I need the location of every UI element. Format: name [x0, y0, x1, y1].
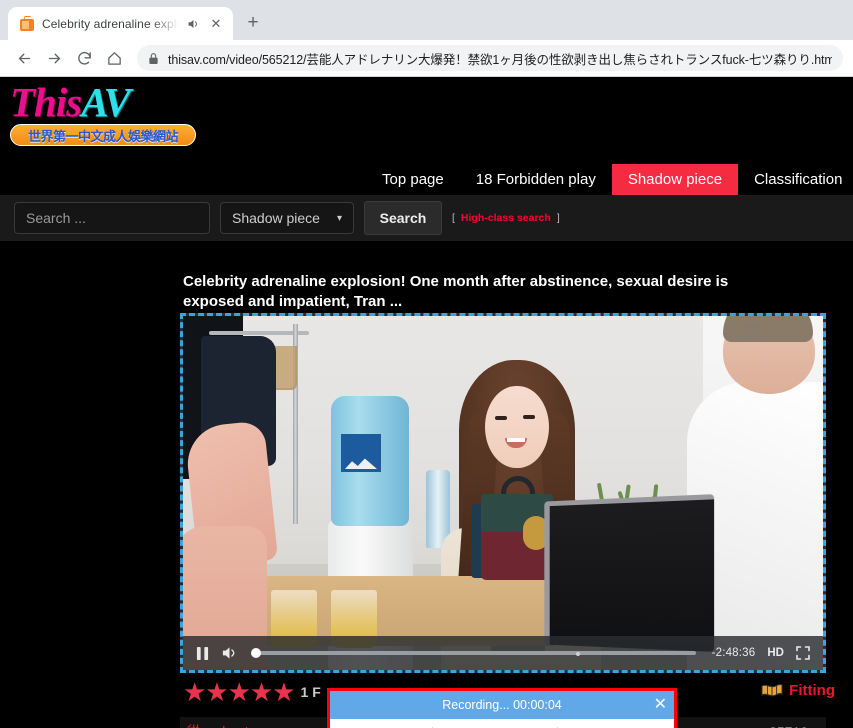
stop-recording-button[interactable] — [379, 720, 424, 728]
annotation-marker-button[interactable] — [498, 720, 550, 728]
advanced-search-wrap: [ High-class search ] — [452, 212, 560, 224]
speaker-icon[interactable] — [186, 17, 200, 31]
info-value-source[interactable]: sehuatang — [208, 724, 271, 728]
back-arrow-icon[interactable] — [10, 44, 38, 72]
star-rating[interactable]: ★★★★★ — [183, 679, 296, 705]
watermark-subtext: 01005 — [737, 332, 761, 342]
video-controls-bar: -2:48:36 HD — [183, 636, 823, 670]
bracket-close: ] — [556, 212, 560, 224]
tab-strip: Celebrity adrenaline explosio ✕ + — [0, 0, 853, 40]
search-bar: Search ... Shadow piece ▾ Search [ High-… — [0, 195, 853, 241]
view-count: 25710 — [769, 722, 808, 728]
home-icon[interactable] — [100, 44, 128, 72]
bracket-open: [ — [452, 212, 455, 224]
fullscreen-icon[interactable] — [796, 646, 810, 660]
search-category-value: Shadow piece — [232, 210, 320, 226]
fitting-label: Fitting — [789, 682, 835, 699]
video-quality-button[interactable]: HD — [767, 647, 784, 659]
volume-icon[interactable] — [221, 645, 238, 661]
lock-icon — [148, 52, 159, 65]
pause-recording-button[interactable] — [338, 720, 379, 728]
logo-banner: 世界第一中文成人娛樂網站 — [10, 124, 196, 146]
video-player[interactable]: IPPA 01005 -2:48:36 HD — [180, 313, 826, 673]
video-title-line2: exposed and impatient, Tran ... — [183, 293, 403, 311]
reload-icon[interactable] — [70, 44, 98, 72]
logo-text-av: AV — [81, 79, 131, 125]
close-icon[interactable]: ✕ — [654, 697, 667, 713]
rating-row: ★★★★★ 1 F — [183, 679, 321, 705]
site-header: ThisAV 世界第一中文成人娛樂網站 Top page 18 Forbidde… — [0, 77, 853, 195]
page-content: ThisAV 世界第一中文成人娛樂網站 Top page 18 Forbidde… — [0, 77, 853, 728]
add-webcam-button[interactable] — [566, 720, 616, 728]
film-strip-icon — [761, 683, 783, 698]
browser-tab[interactable]: Celebrity adrenaline explosio ✕ — [8, 7, 233, 40]
pause-icon[interactable] — [196, 646, 209, 661]
audio-level-meter[interactable] — [440, 720, 497, 728]
ippa-watermark: IPPA 01005 — [703, 322, 795, 382]
address-bar[interactable]: thisav.com/video/565212/芸能人アドレナリン大爆発！禁欲1… — [137, 45, 843, 71]
info-sep-0: : — [201, 724, 209, 728]
screen-recorder-toolbar[interactable]: Recording... 00:00:04 ✕ — [327, 688, 677, 728]
tab-title: Celebrity adrenaline explosio — [42, 16, 179, 31]
recorder-button-row — [330, 719, 674, 728]
recording-status-text: Recording... 00:00:04 — [442, 698, 562, 712]
forward-arrow-icon[interactable] — [40, 44, 68, 72]
info-label-source: 從 — [187, 724, 201, 728]
nav-item-18-forbidden-play[interactable]: 18 Forbidden play — [460, 164, 612, 195]
video-progress-bar[interactable] — [251, 648, 696, 658]
fitting-link[interactable]: Fitting — [761, 682, 835, 699]
rating-count-text: 1 F — [300, 684, 321, 700]
progress-handle[interactable] — [251, 648, 261, 658]
recorder-title-bar[interactable]: Recording... 00:00:04 ✕ — [330, 691, 674, 719]
url-text: thisav.com/video/565212/芸能人アドレナリン大爆発！禁欲1… — [168, 52, 832, 67]
browser-toolbar: thisav.com/video/565212/芸能人アドレナリン大爆発！禁欲1… — [0, 40, 853, 77]
video-frame: IPPA 01005 — [183, 316, 823, 670]
search-button[interactable]: Search — [364, 201, 442, 235]
video-site-favicon — [19, 15, 35, 32]
high-class-search-link[interactable]: High-class search — [461, 212, 551, 224]
tab-close-icon[interactable]: ✕ — [207, 15, 225, 33]
site-logo[interactable]: ThisAV 世界第一中文成人娛樂網站 — [10, 82, 210, 146]
logo-text-this: This — [10, 79, 82, 125]
browser-chrome: Celebrity adrenaline explosio ✕ + — [0, 0, 853, 77]
progress-chapter-marker — [576, 652, 581, 656]
nav-item-shadow-piece[interactable]: Shadow piece — [611, 164, 739, 195]
nav-item-classification[interactable]: Classification — [738, 164, 853, 195]
search-category-select[interactable]: Shadow piece ▾ — [220, 202, 354, 234]
video-time-remaining: -2:48:36 — [711, 647, 756, 659]
search-input[interactable]: Search ... — [14, 202, 210, 234]
page-title: Celebrity adrenaline explosion! One mont… — [183, 272, 783, 313]
draw-pencil-button[interactable] — [616, 720, 666, 728]
new-tab-button[interactable]: + — [239, 9, 267, 37]
chevron-down-icon: ▾ — [336, 212, 342, 224]
video-title-line1: Celebrity adrenaline explosion! One mont… — [183, 273, 729, 290]
main-navigation: Top page 18 Forbidden play Shadow piece … — [366, 164, 853, 195]
nav-item-top-page[interactable]: Top page — [366, 164, 460, 195]
watermark-text: IPPA — [739, 322, 759, 332]
